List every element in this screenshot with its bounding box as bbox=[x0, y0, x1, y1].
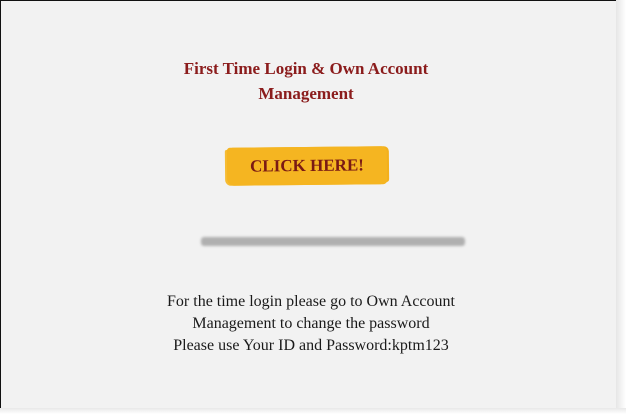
right-edge-shadow bbox=[616, 0, 626, 414]
panel-title-line-2: Management bbox=[258, 84, 354, 103]
bottom-edge-shadow bbox=[0, 408, 626, 414]
divider-bar bbox=[201, 237, 465, 246]
click-here-button-label: CLICK HERE! bbox=[249, 155, 364, 176]
instruction-line-1: For the time login please go to Own Acco… bbox=[167, 293, 455, 310]
login-instructions: For the time login please go to Own Acco… bbox=[111, 291, 511, 357]
instruction-line-2: Management to change the password bbox=[192, 315, 430, 332]
panel-title-line-1: First Time Login & Own Account bbox=[183, 59, 429, 78]
instruction-line-3: Please use Your ID and Password:kptm123 bbox=[173, 337, 449, 354]
click-here-button[interactable]: CLICK HERE! bbox=[226, 146, 388, 186]
login-info-panel: First Time Login & Own Account Managemen… bbox=[0, 0, 626, 414]
panel-title: First Time Login & Own Account Managemen… bbox=[121, 56, 491, 106]
